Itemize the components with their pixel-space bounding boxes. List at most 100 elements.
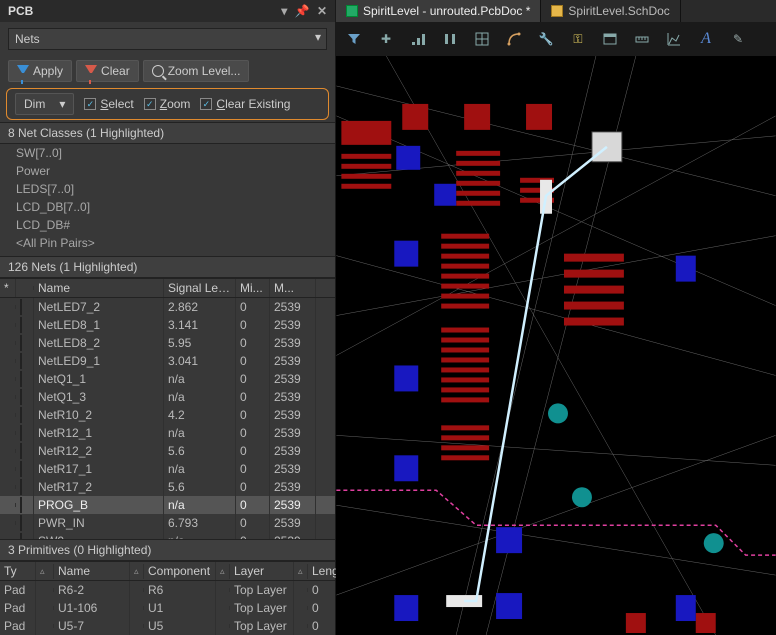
document-tabs: SpiritLevel - unrouted.PcbDoc * SpiritLe…: [336, 0, 776, 22]
prim-component: U5: [144, 617, 216, 635]
net-row[interactable]: PROG_Bn/a02539: [0, 496, 335, 514]
netclass-item[interactable]: SW[7..0]: [0, 144, 335, 162]
tab-schdoc[interactable]: SpiritLevel.SchDoc: [541, 0, 680, 22]
window-icon[interactable]: [602, 31, 618, 47]
sort-icon[interactable]: ▵: [216, 564, 230, 579]
net-row[interactable]: NetR12_25.602539: [0, 442, 335, 460]
net-color-swatch: [20, 425, 22, 441]
net-mi: 0: [236, 442, 270, 460]
dim-select[interactable]: Dim ▾: [15, 93, 74, 115]
align-icon[interactable]: [410, 31, 426, 47]
chart-icon[interactable]: [666, 31, 682, 47]
checkbox-icon: [84, 98, 96, 110]
prim-name: U1-106: [54, 599, 130, 617]
col-type[interactable]: Ty: [0, 562, 36, 580]
netclass-list[interactable]: SW[7..0]PowerLEDS[7..0]LCD_DB[7..0]LCD_D…: [0, 144, 335, 256]
net-m: 2539: [270, 406, 316, 424]
net-name: NetQ1_3: [34, 388, 164, 406]
clear-existing-checkbox[interactable]: Clear Existing: [200, 97, 290, 111]
primitives-grid[interactable]: PadR6-2R6Top Layer0PadU1-106U1Top Layer0…: [0, 581, 335, 635]
net-name: NetLED9_1: [34, 352, 164, 370]
chevron-down-icon: ▾: [59, 97, 65, 111]
route-icon[interactable]: [506, 31, 522, 47]
netclass-item[interactable]: LCD_DB[7..0]: [0, 198, 335, 216]
netclass-item[interactable]: LEDS[7..0]: [0, 180, 335, 198]
panel-title: PCB: [8, 4, 33, 18]
sort-icon[interactable]: ▵: [130, 564, 144, 579]
primitive-row[interactable]: PadU5-7U5Top Layer0: [0, 617, 335, 635]
net-m: 2539: [270, 514, 316, 532]
net-color-swatch: [20, 479, 22, 495]
net-name: PWR_IN: [34, 514, 164, 532]
net-row[interactable]: NetLED9_13.04102539: [0, 352, 335, 370]
sort-icon[interactable]: ▵: [294, 564, 308, 579]
col-mi[interactable]: Mi...: [236, 279, 270, 297]
netclass-item[interactable]: LCD_DB#: [0, 216, 335, 234]
key-icon[interactable]: ⚿: [570, 31, 586, 47]
sch-doc-icon: [551, 5, 563, 17]
primitive-row[interactable]: PadU1-106U1Top Layer0: [0, 599, 335, 617]
col-signal[interactable]: Signal Len...: [164, 279, 236, 297]
net-row[interactable]: PWR_IN6.79302539: [0, 514, 335, 532]
col-layer[interactable]: Layer: [230, 562, 294, 580]
net-mi: 0: [236, 460, 270, 478]
clear-button[interactable]: Clear: [76, 60, 139, 82]
net-row[interactable]: NetQ1_3n/a02539: [0, 388, 335, 406]
funnel-icon: [17, 65, 29, 77]
net-m: 2539: [270, 316, 316, 334]
net-row[interactable]: SW0n/a02539: [0, 532, 335, 539]
net-row[interactable]: NetQ1_1n/a02539: [0, 370, 335, 388]
net-row[interactable]: NetR12_1n/a02539: [0, 424, 335, 442]
apply-button[interactable]: Apply: [8, 60, 72, 82]
col-pname[interactable]: Name: [54, 562, 130, 580]
funnel-clear-icon: [85, 65, 97, 77]
primitives-header: Ty ▵ Name ▵ Component ▵ Layer ▵ Length (: [0, 561, 335, 581]
ruler-icon[interactable]: [634, 31, 650, 47]
net-row[interactable]: NetR17_25.602539: [0, 478, 335, 496]
net-row[interactable]: NetR10_24.202539: [0, 406, 335, 424]
place-icon[interactable]: ✚: [378, 31, 394, 47]
col-star[interactable]: *: [0, 279, 16, 297]
grid-icon[interactable]: [474, 31, 490, 47]
zoom-checkbox[interactable]: Zoom: [144, 97, 191, 111]
panel-header: PCB ▾ 📌 ✕: [0, 0, 335, 22]
zoom-level-button[interactable]: Zoom Level...: [143, 60, 250, 82]
net-name: NetR17_1: [34, 460, 164, 478]
net-row[interactable]: NetLED8_13.14102539: [0, 316, 335, 334]
nets-grid[interactable]: NetLED7_22.86202539NetLED8_13.14102539Ne…: [0, 298, 335, 539]
net-name: NetLED7_2: [34, 298, 164, 316]
net-length: 4.2: [164, 406, 236, 424]
pin-icon[interactable]: 📌: [295, 4, 310, 18]
text-icon[interactable]: A: [698, 31, 714, 47]
bars-icon[interactable]: [442, 31, 458, 47]
col-name[interactable]: Name: [34, 279, 164, 297]
netclass-item[interactable]: Power: [0, 162, 335, 180]
col-component[interactable]: Component: [144, 562, 216, 580]
prim-type: Pad: [0, 581, 36, 599]
net-row[interactable]: NetLED7_22.86202539: [0, 298, 335, 316]
primitive-row[interactable]: PadR6-2R6Top Layer0: [0, 581, 335, 599]
select-checkbox[interactable]: Select: [84, 97, 133, 111]
tab-pcbdoc[interactable]: SpiritLevel - unrouted.PcbDoc *: [336, 0, 541, 22]
net-color-swatch: [20, 335, 22, 351]
net-name: NetR12_1: [34, 424, 164, 442]
dropdown-icon[interactable]: ▾: [281, 4, 287, 18]
close-icon[interactable]: ✕: [317, 4, 327, 18]
filter-icon[interactable]: [346, 31, 362, 47]
pencil-icon[interactable]: ✎: [730, 31, 746, 47]
net-m: 2539: [270, 478, 316, 496]
net-row[interactable]: NetR17_1n/a02539: [0, 460, 335, 478]
pcb-toolbar: ✚ 🔧 ⚿ A ✎: [336, 22, 776, 56]
sort-icon[interactable]: ▵: [36, 564, 54, 579]
netclass-item[interactable]: <All Pin Pairs>: [0, 234, 335, 252]
pcb-panel: PCB ▾ 📌 ✕ Nets Apply Clear Zoom: [0, 0, 336, 635]
net-mi: 0: [236, 424, 270, 442]
panel-mode-select[interactable]: Nets: [8, 28, 327, 50]
net-mi: 0: [236, 370, 270, 388]
pcb-canvas[interactable]: [336, 56, 776, 635]
net-length: n/a: [164, 424, 236, 442]
col-m[interactable]: M...: [270, 279, 316, 297]
net-row[interactable]: NetLED8_25.9502539: [0, 334, 335, 352]
net-m: 2539: [270, 442, 316, 460]
spanner-icon[interactable]: 🔧: [538, 31, 554, 47]
